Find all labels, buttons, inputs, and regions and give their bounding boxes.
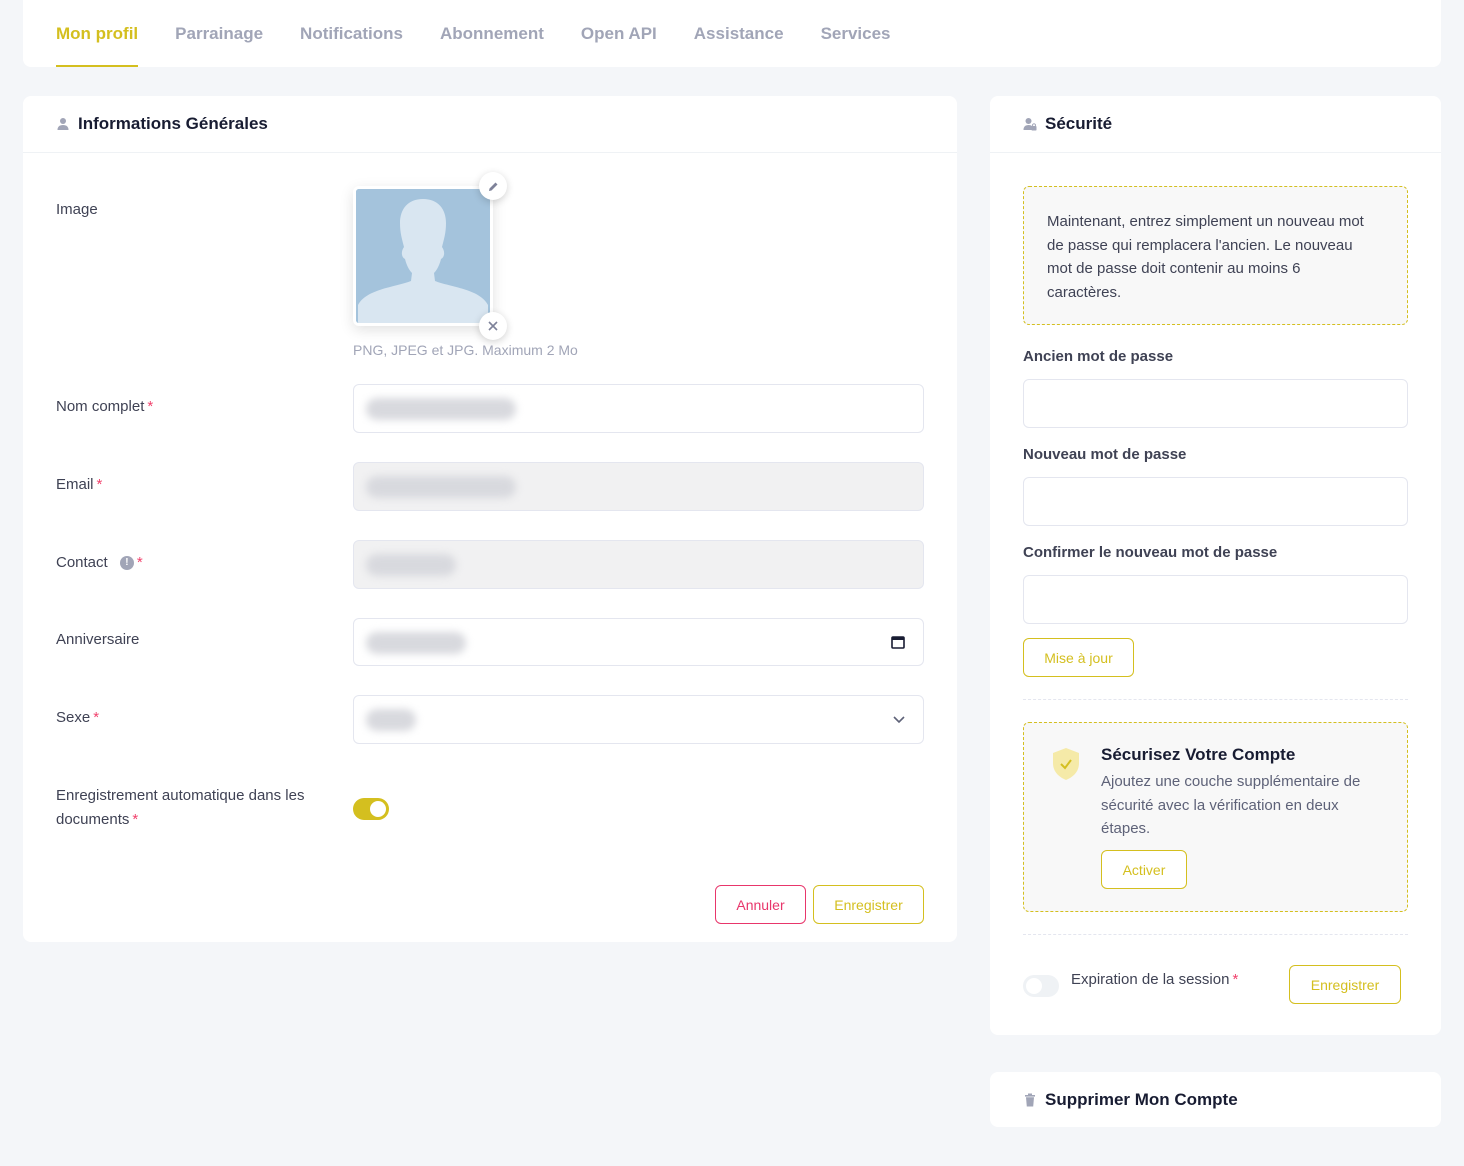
required-mark: * bbox=[147, 398, 154, 415]
redacted-value bbox=[366, 398, 516, 420]
edit-avatar-button[interactable] bbox=[479, 172, 507, 200]
avatar bbox=[356, 189, 490, 323]
avatar-upload[interactable] bbox=[353, 186, 493, 326]
tab-parrainage[interactable]: Parrainage bbox=[175, 0, 263, 67]
delete-account-card[interactable]: Supprimer Mon Compte bbox=[990, 1072, 1441, 1127]
redacted-value bbox=[366, 554, 456, 576]
tab-services[interactable]: Services bbox=[821, 0, 891, 67]
required-mark: * bbox=[96, 476, 103, 493]
user-lock-icon bbox=[1023, 117, 1037, 131]
pencil-icon bbox=[488, 182, 497, 191]
birthday-field[interactable] bbox=[353, 618, 924, 666]
contact-label: Contact ! * bbox=[56, 551, 143, 575]
two-factor-panel: Sécurisez Votre Compte Ajoutez une couch… bbox=[1023, 722, 1408, 912]
update-password-button[interactable]: Mise à jour bbox=[1023, 638, 1134, 677]
required-mark: * bbox=[93, 709, 100, 726]
sex-label: Sexe * bbox=[56, 706, 99, 730]
two-factor-title: Sécurisez Votre Compte bbox=[1101, 745, 1296, 764]
image-label: Image bbox=[56, 201, 98, 218]
session-expiration-label: Expiration de la session * bbox=[1071, 971, 1238, 988]
two-factor-text: Ajoutez une couche supplémentaire de séc… bbox=[1101, 773, 1361, 837]
avatar-silhouette-icon bbox=[356, 189, 490, 323]
password-notice: Maintenant, entrez simplement un nouveau… bbox=[1023, 186, 1408, 325]
tab-abonnement[interactable]: Abonnement bbox=[440, 0, 544, 67]
user-icon bbox=[56, 117, 70, 131]
contact-label-text: Contact bbox=[56, 554, 108, 571]
save-session-button[interactable]: Enregistrer bbox=[1289, 965, 1401, 1004]
contact-field[interactable] bbox=[353, 540, 924, 589]
redacted-value bbox=[366, 709, 416, 731]
old-password-label: Ancien mot de passe bbox=[1023, 348, 1174, 365]
save-profile-button[interactable]: Enregistrer bbox=[813, 885, 924, 924]
session-expiration-label-text: Expiration de la session bbox=[1071, 971, 1230, 988]
sex-select[interactable] bbox=[353, 695, 924, 744]
security-title: Sécurité bbox=[1045, 114, 1113, 133]
tab-notifications[interactable]: Notifications bbox=[300, 0, 403, 67]
password-notice-text: Maintenant, entrez simplement un nouveau… bbox=[1047, 213, 1364, 301]
required-mark: * bbox=[132, 811, 139, 828]
close-icon bbox=[488, 321, 498, 331]
activate-2fa-button[interactable]: Activer bbox=[1101, 850, 1187, 889]
general-info-card: Informations Générales Image PNG, JPEG e… bbox=[23, 96, 957, 942]
new-password-label: Nouveau mot de passe bbox=[1023, 446, 1187, 463]
birthday-label: Anniversaire bbox=[56, 631, 140, 648]
image-hint: PNG, JPEG et JPG. Maximum 2 Mo bbox=[353, 342, 578, 358]
required-mark: * bbox=[1232, 971, 1239, 988]
email-field[interactable] bbox=[353, 462, 924, 511]
divider bbox=[1023, 934, 1408, 935]
confirm-password-label: Confirmer le nouveau mot de passe bbox=[1023, 544, 1278, 561]
redacted-value bbox=[366, 632, 466, 654]
confirm-password-input[interactable] bbox=[1023, 575, 1408, 624]
tabs: Mon profil Parrainage Notifications Abon… bbox=[56, 0, 928, 67]
new-password-input[interactable] bbox=[1023, 477, 1408, 526]
security-header: Sécurité bbox=[990, 96, 1441, 153]
tab-mon-profil[interactable]: Mon profil bbox=[56, 0, 139, 67]
session-expiration-toggle[interactable] bbox=[1023, 975, 1059, 997]
name-field[interactable] bbox=[353, 384, 924, 433]
remove-avatar-button[interactable] bbox=[479, 312, 507, 340]
shield-check-icon bbox=[1053, 748, 1079, 780]
divider bbox=[1023, 699, 1408, 700]
delete-account-header: Supprimer Mon Compte bbox=[1023, 1072, 1238, 1127]
required-mark: * bbox=[136, 554, 143, 571]
delete-account-title: Supprimer Mon Compte bbox=[1045, 1089, 1238, 1109]
general-info-title: Informations Générales bbox=[78, 114, 268, 133]
old-password-input[interactable] bbox=[1023, 379, 1408, 428]
email-label: Email * bbox=[56, 473, 102, 497]
info-icon[interactable]: ! bbox=[119, 556, 134, 571]
trash-icon bbox=[1023, 1093, 1037, 1107]
cancel-button[interactable]: Annuler bbox=[715, 885, 806, 924]
name-label-text: Nom complet bbox=[56, 398, 145, 415]
general-info-header: Informations Générales bbox=[23, 96, 957, 153]
security-card: Sécurité Maintenant, entrez simplement u… bbox=[990, 96, 1441, 1035]
email-label-text: Email bbox=[56, 476, 94, 493]
profile-tabs-bar: Mon profil Parrainage Notifications Abon… bbox=[23, 0, 1441, 67]
calendar-icon[interactable] bbox=[891, 635, 905, 649]
autosave-label-text: Enregistrement automatique dans les docu… bbox=[56, 787, 305, 828]
tab-assistance[interactable]: Assistance bbox=[694, 0, 784, 67]
sex-label-text: Sexe bbox=[56, 709, 91, 726]
tab-open-api[interactable]: Open API bbox=[581, 0, 657, 67]
autosave-label: Enregistrement automatique dans les docu… bbox=[56, 784, 326, 832]
name-label: Nom complet * bbox=[56, 395, 153, 419]
chevron-down-icon bbox=[893, 716, 905, 724]
redacted-value bbox=[366, 476, 516, 498]
autosave-toggle[interactable] bbox=[353, 798, 389, 820]
